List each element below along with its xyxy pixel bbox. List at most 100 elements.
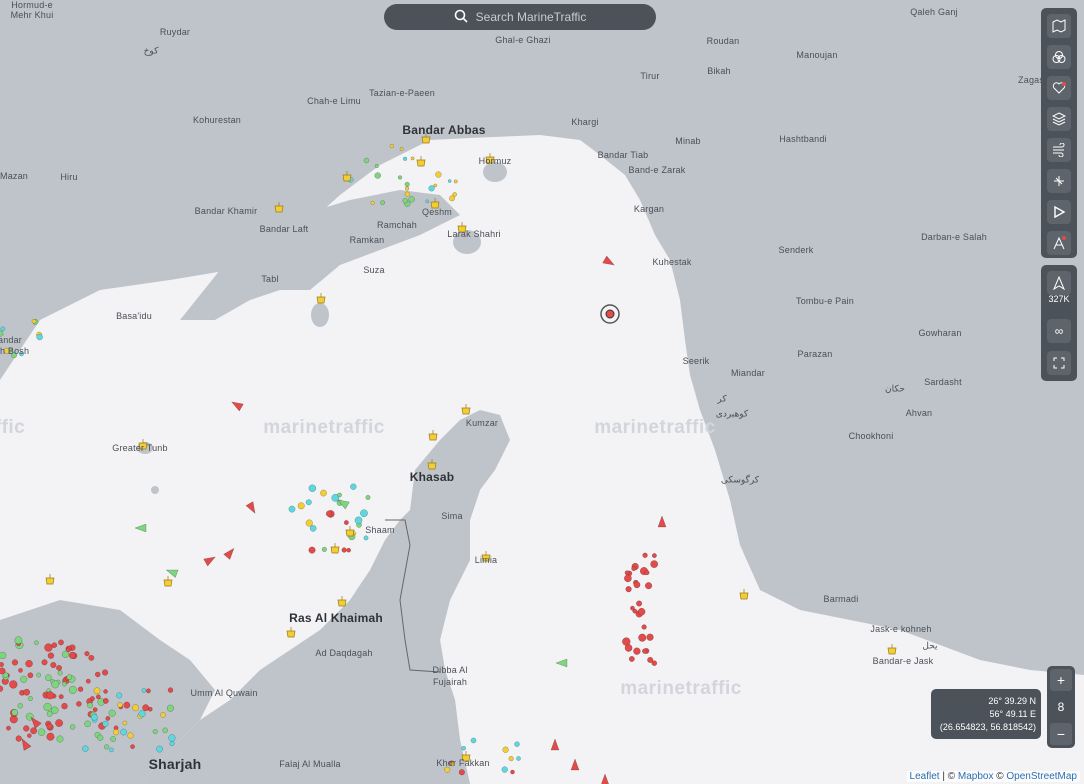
- vessel-marker[interactable]: [117, 702, 123, 708]
- vessel-marker[interactable]: [27, 696, 33, 702]
- vessel-marker[interactable]: [461, 745, 466, 751]
- vessel-marker[interactable]: [87, 702, 94, 709]
- vessel-marker[interactable]: [374, 172, 381, 179]
- vessel-marker[interactable]: [56, 735, 64, 743]
- vessel-marker[interactable]: [23, 725, 30, 732]
- route-icon[interactable]: [1047, 231, 1071, 255]
- vessel-marker[interactable]: [502, 746, 509, 753]
- vessel-marker[interactable]: [453, 179, 458, 184]
- zoom-in-button[interactable]: +: [1050, 669, 1072, 691]
- infinity-icon[interactable]: ∞: [1047, 319, 1071, 343]
- vessel-marker[interactable]: [105, 716, 111, 721]
- vessel-marker[interactable]: [360, 509, 368, 518]
- vessel-marker[interactable]: [309, 525, 317, 532]
- vessel-marker[interactable]: [337, 492, 342, 498]
- vessel-marker[interactable]: [646, 633, 654, 641]
- layers-icon[interactable]: [1047, 107, 1071, 131]
- vessel-marker[interactable]: [130, 744, 135, 749]
- vessel-marker[interactable]: [630, 605, 635, 611]
- vessel-marker[interactable]: [644, 570, 650, 576]
- vessel-marker[interactable]: [85, 678, 91, 684]
- vessel-marker[interactable]: [642, 648, 648, 654]
- measure-icon[interactable]: [1047, 169, 1071, 193]
- vessel-marker[interactable]: [346, 547, 352, 553]
- vessel-marker[interactable]: [642, 552, 648, 558]
- vessel-marker[interactable]: [363, 157, 370, 164]
- vessel-marker[interactable]: [30, 727, 38, 735]
- vessel-marker[interactable]: [470, 737, 477, 744]
- vessel-marker[interactable]: [0, 662, 4, 668]
- vessel-marker[interactable]: [84, 720, 91, 728]
- vessel-marker[interactable]: [68, 685, 77, 694]
- vessel-marker[interactable]: [166, 704, 175, 712]
- vessel-marker[interactable]: [15, 735, 22, 742]
- vessel-marker[interactable]: [624, 644, 633, 652]
- vessel-marker[interactable]: [402, 197, 408, 204]
- vessel-marker[interactable]: [305, 519, 313, 527]
- vessel-marker[interactable]: [410, 156, 415, 161]
- vessel-marker[interactable]: [308, 546, 316, 554]
- vessel-marker[interactable]: [399, 147, 404, 151]
- search-bar[interactable]: Search MarineTraffic: [384, 4, 656, 30]
- vessel-marker[interactable]: [631, 566, 637, 572]
- vessel-marker[interactable]: [447, 179, 452, 183]
- leaflet-link[interactable]: Leaflet: [910, 771, 940, 782]
- vessel-marker[interactable]: [624, 574, 632, 583]
- vessel-marker[interactable]: [389, 143, 394, 149]
- vessel-marker[interactable]: [633, 647, 641, 655]
- vessel-marker[interactable]: [110, 736, 117, 742]
- vessel-marker[interactable]: [404, 191, 410, 197]
- vessel-marker[interactable]: [160, 712, 166, 718]
- vessel-marker[interactable]: [51, 680, 60, 689]
- vessel-marker[interactable]: [92, 707, 98, 713]
- vessel-marker[interactable]: [650, 560, 659, 569]
- vessel-marker[interactable]: [308, 484, 317, 493]
- vessel-marker[interactable]: [0, 326, 6, 332]
- vessel-marker[interactable]: [0, 667, 6, 675]
- vessel-marker[interactable]: [122, 720, 128, 726]
- vessel-marker[interactable]: [55, 719, 64, 728]
- vessel-marker[interactable]: [6, 725, 11, 731]
- vessel-marker[interactable]: [433, 183, 438, 188]
- vessel-marker[interactable]: [82, 745, 89, 752]
- vessel-marker[interactable]: [638, 633, 647, 642]
- vessel-marker[interactable]: [651, 660, 658, 666]
- vessel-marker[interactable]: [404, 181, 410, 187]
- vessel-marker[interactable]: [123, 701, 131, 709]
- vessel-marker[interactable]: [36, 672, 42, 678]
- vessel-marker[interactable]: [76, 701, 82, 707]
- playback-icon[interactable]: [1047, 200, 1071, 224]
- vessel-marker[interactable]: [288, 505, 296, 513]
- vessel-marker[interactable]: [77, 686, 84, 692]
- mapbox-link[interactable]: Mapbox: [958, 771, 994, 782]
- vessel-marker[interactable]: [31, 318, 37, 324]
- vessel-marker[interactable]: [61, 702, 68, 710]
- vessel-marker[interactable]: [116, 692, 123, 699]
- vessel-marker[interactable]: [152, 729, 158, 735]
- vessel-marker[interactable]: [50, 706, 59, 715]
- vessel-marker[interactable]: [142, 704, 150, 712]
- vessel-marker[interactable]: [56, 664, 62, 671]
- filter-icon[interactable]: [1047, 45, 1071, 69]
- vessel-marker[interactable]: [84, 651, 90, 657]
- vessel-marker[interactable]: [41, 659, 48, 666]
- vessel-marker[interactable]: [168, 734, 176, 742]
- map-icon[interactable]: [1047, 14, 1071, 38]
- vessel-marker[interactable]: [9, 680, 18, 689]
- map-canvas[interactable]: [0, 0, 1084, 784]
- vessel-marker[interactable]: [651, 553, 657, 559]
- vessel-marker[interactable]: [321, 546, 327, 553]
- vessel-marker[interactable]: [68, 651, 77, 660]
- vessel-marker[interactable]: [102, 698, 109, 704]
- vessel-marker[interactable]: [425, 199, 430, 204]
- vessel-marker[interactable]: [25, 659, 33, 668]
- vessel-marker[interactable]: [350, 483, 357, 490]
- vessel-marker[interactable]: [132, 704, 139, 712]
- my-location-icon[interactable]: [1047, 271, 1071, 295]
- vessel-marker[interactable]: [138, 710, 146, 718]
- vessel-marker[interactable]: [644, 582, 653, 590]
- vessel-marker[interactable]: [363, 535, 369, 541]
- vessel-marker[interactable]: [341, 547, 347, 553]
- vessel-marker[interactable]: [14, 636, 23, 645]
- vessel-marker[interactable]: [637, 607, 646, 616]
